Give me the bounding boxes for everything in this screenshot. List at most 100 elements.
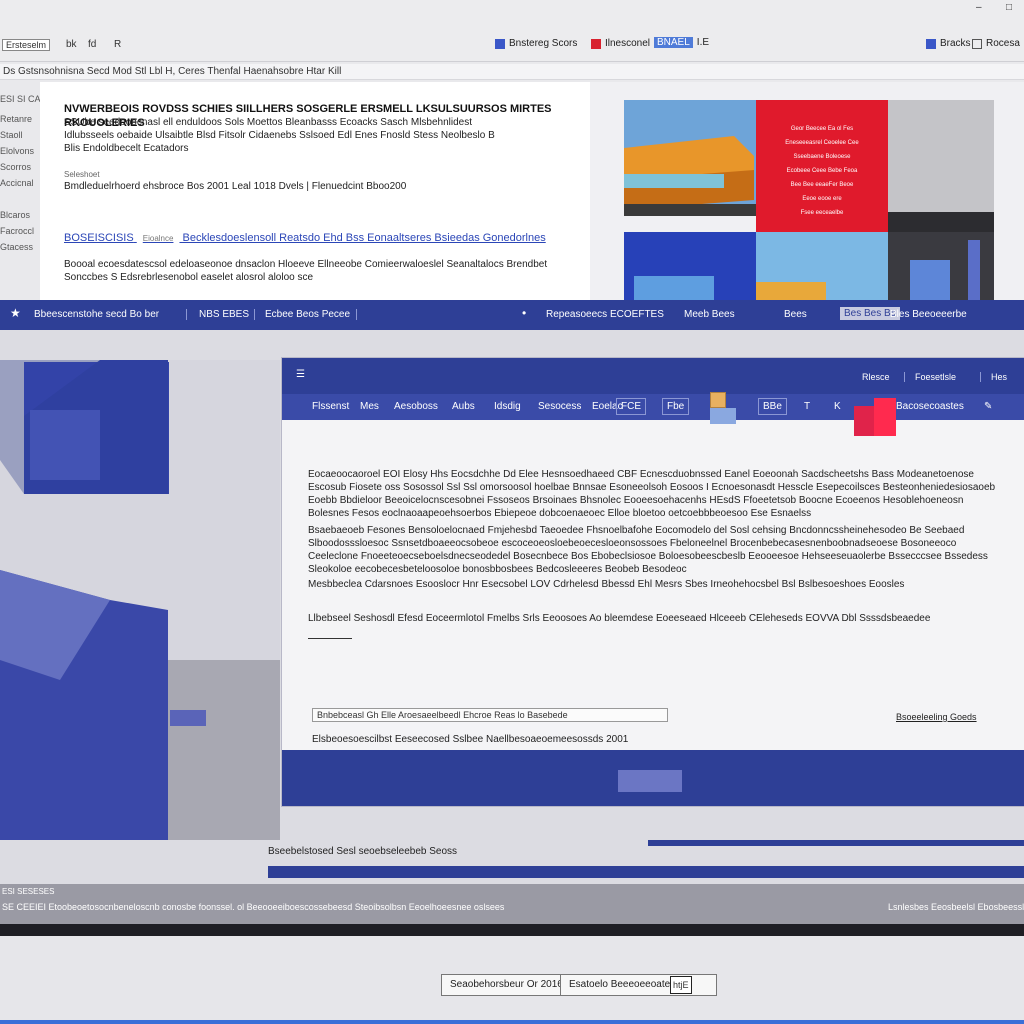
divider bbox=[308, 638, 352, 639]
nav-item[interactable]: Bles Beeoeeerbe bbox=[890, 309, 967, 320]
toolbar-label[interactable]: Ersteselm bbox=[2, 39, 51, 51]
menu-item[interactable]: Flssenst bbox=[312, 401, 349, 412]
page-footer: Seaobehorsbeur Or 2016 Esatoelo Beeeoeeo… bbox=[0, 936, 1024, 1024]
sidebar-item[interactable]: ESI SI CA bbox=[0, 94, 41, 104]
sidebar-item[interactable]: Staoll bbox=[0, 130, 23, 140]
menu-icon[interactable]: ☰ bbox=[296, 369, 305, 380]
browser-toolbar: Ersteselm bk fd R Bnstereg Scors Ilnesco… bbox=[0, 0, 1024, 62]
nav-item[interactable]: Meeb Bees bbox=[684, 309, 735, 320]
tab-highlight: BNAEL bbox=[654, 37, 693, 48]
blue-image bbox=[624, 232, 756, 300]
forward-button[interactable]: fd bbox=[88, 39, 96, 50]
footnote: Elsbeoesoescilbst Eeseecosed Sslbee Nael… bbox=[312, 734, 629, 745]
menu-item[interactable]: Bacosecoastes bbox=[896, 401, 964, 412]
panel-line: Ecobeee Ceee Bebe Feoa bbox=[786, 168, 858, 174]
tab-rocesa[interactable]: Rocesa bbox=[972, 38, 1020, 49]
pen-icon[interactable]: ✎ bbox=[984, 401, 992, 412]
body-paragraph: Llbebseel Seshosdl Efesd Eoceermlotol Fm… bbox=[308, 613, 931, 624]
bottom-edge bbox=[0, 1020, 1024, 1024]
sidebar-item[interactable]: Gtacess bbox=[0, 242, 33, 252]
tab-bnstereg[interactable]: Bnstereg Scors bbox=[495, 38, 577, 49]
panel-line: Geor Beecee Ea ol Fes bbox=[790, 126, 854, 132]
nav-item[interactable]: NBS EBES bbox=[186, 309, 249, 320]
panel-line: Eneseeeasrel Ceoelee Cee bbox=[785, 140, 859, 146]
nav-item[interactable]: Repeasoeecs bbox=[546, 309, 607, 320]
top-navigation: ★ Bbeescenstohe secd Bo ber NBS EBES Ecb… bbox=[0, 300, 1024, 330]
article-meta: Bmdleduelrhoerd ehsbroce Bos 2001 Leal 1… bbox=[64, 181, 407, 192]
tab-bracks[interactable]: Bracks bbox=[926, 38, 971, 49]
window-footer bbox=[282, 750, 1024, 806]
cube-orange-icon bbox=[710, 392, 726, 408]
sidebar-item[interactable]: Elolvons bbox=[0, 146, 34, 156]
title-item[interactable]: Rlesce bbox=[862, 372, 890, 382]
cube-red-icon bbox=[854, 406, 876, 436]
tab-ilnesconel[interactable]: Ilnesconel bbox=[591, 38, 650, 49]
nav-item[interactable]: Bees bbox=[784, 309, 807, 320]
tab-label: Ilnesconel bbox=[605, 38, 651, 49]
status-bar: ESI SESESES SE CEEIEI Etoobeoetosocnbene… bbox=[0, 884, 1024, 924]
text-field[interactable]: Bnbebceasl Gh Elle Aroesaeelbeedl Ehcroe… bbox=[312, 708, 668, 722]
menu-item[interactable]: Sesocess bbox=[538, 401, 581, 412]
article-panel: NVWERBEOIS ROVDSS SCHIES SIILLHERS SOSGE… bbox=[40, 82, 590, 300]
cube-blue-icon bbox=[710, 408, 736, 424]
nav-item[interactable]: Ecbee Beos Pecee bbox=[254, 309, 358, 320]
body-paragraph: Eocaeoocaoroel EOI Elosy Hhs Eocsdchhe D… bbox=[308, 469, 996, 519]
address-bar[interactable]: Ds Gstsnsohnisna Secd Mod Stl Lbl H, Cer… bbox=[0, 64, 1024, 80]
sidebar-item[interactable]: Accicnal bbox=[0, 178, 34, 188]
menu-item[interactable]: Idsdig bbox=[494, 401, 521, 412]
article-description: Boooal ecoesdatescsol edeloaseonoe dnsac… bbox=[64, 259, 548, 283]
panel-line: Sseebaene Boleoese bbox=[793, 154, 851, 160]
article-link[interactable]: Becklesdoeslensoll Reatsdo Ehd Bss Eonaa… bbox=[183, 232, 546, 244]
red-info-panel: Geor Beecee Ea ol Fes Eneseeeasrel Ceoel… bbox=[756, 100, 888, 232]
sky-image bbox=[756, 232, 888, 300]
footer-button[interactable] bbox=[618, 770, 682, 792]
maximize-icon[interactable]: □ bbox=[1006, 2, 1012, 13]
menu-item[interactable]: Aubs bbox=[452, 401, 475, 412]
footer-button[interactable]: Esatoelo Beeeoeeoatesl d bbox=[560, 974, 717, 996]
tab-active[interactable]: BNAEL I.E bbox=[654, 37, 709, 48]
status-label: ESI SESESES bbox=[2, 887, 55, 896]
menu-box[interactable]: BBe bbox=[758, 398, 787, 415]
sidebar-item[interactable]: Blcaros bbox=[0, 210, 30, 220]
document-window: ☰ Rlesce Foesetlsle Hes Flssenst Mes Aes… bbox=[282, 358, 1024, 806]
menu-item[interactable]: Mes bbox=[360, 401, 379, 412]
article-line: Idlubsseels oebaide Ulsaibtle Blsd Fitso… bbox=[64, 130, 495, 141]
caption: Bseebelstosed Sesl seoebseleebeb Seoss bbox=[268, 846, 458, 857]
article-link-label[interactable]: BOSEISCISIS bbox=[64, 232, 134, 244]
taskbar-strip bbox=[0, 924, 1024, 936]
tab-favicon-icon bbox=[495, 38, 505, 49]
text-tool-icon[interactable]: T bbox=[804, 401, 810, 412]
back-button[interactable]: bk bbox=[66, 39, 77, 50]
title-item[interactable]: Foesetlsle bbox=[904, 372, 956, 382]
nav-brand[interactable]: Bbeescenstohe secd Bo ber bbox=[34, 309, 159, 320]
menu-box[interactable]: FCE bbox=[616, 398, 646, 415]
window-titlebar: ☰ Rlesce Foesetlsle Hes bbox=[282, 358, 1024, 394]
tab-label: Bracks bbox=[940, 38, 971, 49]
close-tool-icon[interactable]: K bbox=[834, 401, 841, 412]
reload-button[interactable]: R bbox=[114, 39, 121, 50]
menu-item[interactable]: Aesoboss bbox=[394, 401, 438, 412]
article-link-row: BOSEISCISIS Eioalnce Becklesdoeslensoll … bbox=[64, 232, 546, 244]
building-illustration-icon bbox=[624, 136, 756, 216]
star-icon[interactable]: ★ bbox=[10, 306, 21, 320]
minimize-icon[interactable]: – bbox=[976, 2, 982, 13]
footer-button-label: Esatoelo Beeeoeeoatesl d bbox=[569, 979, 686, 990]
panel-line: Eeoe eooe ere bbox=[802, 196, 842, 202]
sidebar-item[interactable]: Facroccl bbox=[0, 226, 34, 236]
tab-label: Rocesa bbox=[986, 38, 1020, 49]
sidebar-item[interactable]: Scorros bbox=[0, 162, 31, 172]
accent-bar bbox=[268, 866, 1024, 878]
title-item[interactable]: Hes bbox=[980, 372, 1007, 382]
article-line: SSUbe seedooocnasl ell enduldoos Sols Mo… bbox=[64, 117, 473, 128]
link-right[interactable]: Bsoeeleeling Goeds bbox=[896, 712, 977, 722]
article-line: Blis Endoldbecelt Ecatadors bbox=[64, 143, 189, 154]
footer-badge[interactable]: htjE bbox=[670, 976, 692, 994]
footer-button[interactable]: Seaobehorsbeur Or 2016 bbox=[441, 974, 572, 996]
menu-box[interactable]: Fbe bbox=[662, 398, 690, 415]
nav-item[interactable]: ECOEFTES bbox=[610, 309, 664, 320]
window-menubar: Flssenst Mes Aesoboss Aubs Idsdig Sesoce… bbox=[282, 394, 1024, 420]
building-image-1 bbox=[624, 100, 756, 216]
sidebar-item[interactable]: Retanre bbox=[0, 114, 32, 124]
cube-pink-icon bbox=[874, 398, 896, 436]
dot-icon[interactable]: • bbox=[522, 306, 526, 320]
